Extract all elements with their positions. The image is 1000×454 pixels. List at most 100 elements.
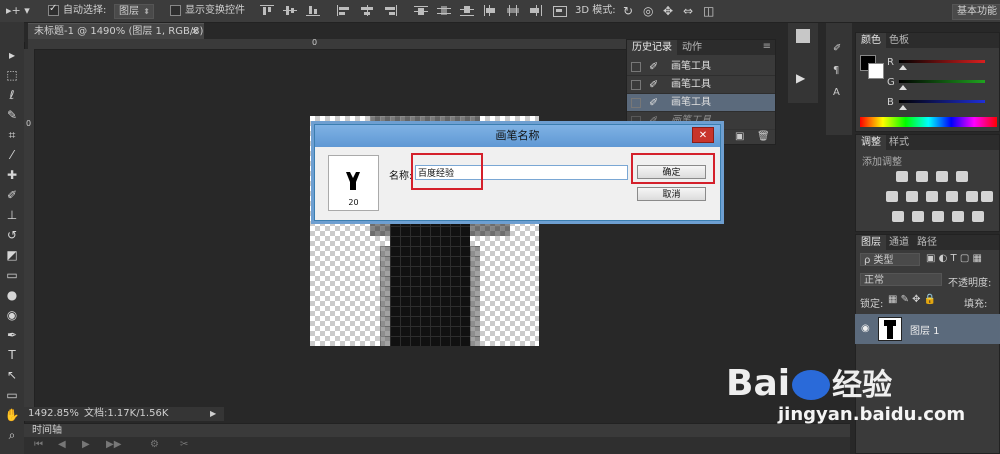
color-spectrum[interactable] <box>860 117 997 127</box>
healing-tool-icon[interactable]: ✚ <box>3 166 21 184</box>
color-balance-icon[interactable] <box>926 191 938 202</box>
curves-icon[interactable] <box>936 171 948 182</box>
close-icon[interactable]: ✕ <box>692 127 714 143</box>
tab-paths[interactable]: 路径 <box>912 235 942 250</box>
auto-select-dropdown[interactable]: 图层 <box>114 4 154 19</box>
type-tool-icon[interactable]: T <box>3 346 21 364</box>
background-color-swatch[interactable] <box>868 63 884 79</box>
actions-play-icon[interactable]: ▶ <box>796 71 805 85</box>
zoom-level[interactable]: 1492.85% <box>28 407 79 421</box>
brush-preset-icon[interactable]: ✐ <box>833 43 841 54</box>
lasso-tool-icon[interactable]: ℓ <box>3 86 21 104</box>
snapshot-box[interactable] <box>631 80 641 90</box>
distribute-bottom-icon[interactable] <box>460 5 474 16</box>
zoom-tool-icon[interactable]: ⌕ <box>3 426 21 444</box>
selective-color-icon[interactable] <box>972 211 984 222</box>
posterize-icon[interactable] <box>912 211 924 222</box>
paragraph-icon[interactable]: ¶ <box>833 65 839 76</box>
align-left-icon[interactable] <box>337 5 351 16</box>
green-slider[interactable] <box>899 80 985 83</box>
hand-tool-icon[interactable]: ✋ <box>3 406 21 424</box>
align-hcenter-icon[interactable] <box>360 5 374 16</box>
3d-rotate-icon[interactable]: ↻ <box>623 4 633 18</box>
slider-handle-icon[interactable] <box>899 65 907 70</box>
history-row[interactable]: ✐ 画笔工具 <box>627 94 775 112</box>
photo-filter-icon[interactable] <box>966 191 978 202</box>
timeline-prev-frame-icon[interactable]: ◀ <box>58 439 66 450</box>
distribute-vcenter-icon[interactable] <box>437 5 451 16</box>
distribute-top-icon[interactable] <box>414 5 428 16</box>
trash-icon[interactable]: 🗑 <box>757 131 770 142</box>
tab-channels[interactable]: 通道 <box>884 235 914 250</box>
vibrance-icon[interactable] <box>886 191 898 202</box>
timeline-next-frame-icon[interactable]: ▶▶ <box>106 439 121 450</box>
align-bottom-icon[interactable] <box>306 5 320 16</box>
history-brush-tool-icon[interactable]: ↺ <box>3 226 21 244</box>
3d-slide-icon[interactable]: ⇔ <box>683 4 693 18</box>
auto-select-checkbox[interactable]: 自动选择: <box>48 2 106 18</box>
invert-icon[interactable] <box>892 211 904 222</box>
3d-roll-icon[interactable]: ◎ <box>643 4 653 18</box>
align-top-icon[interactable] <box>260 5 274 16</box>
gradient-tool-icon[interactable]: ▭ <box>3 266 21 284</box>
blur-tool-icon[interactable]: ● <box>3 286 21 304</box>
close-tab-icon[interactable]: × <box>191 24 199 40</box>
filter-icons[interactable]: ▣ ◐ T ▢ ▦ <box>926 253 982 264</box>
threshold-icon[interactable] <box>932 211 944 222</box>
stamp-tool-icon[interactable]: ⊥ <box>3 206 21 224</box>
status-menu-icon[interactable]: ▶ <box>210 407 216 421</box>
character-icon[interactable]: A <box>833 87 840 98</box>
lock-icons[interactable]: ▦ ✎ ✥ 🔒 <box>888 294 936 305</box>
visibility-eye-icon[interactable]: ◉ <box>861 323 870 334</box>
layer-filter-dropdown[interactable]: ρ 类型 <box>860 253 920 266</box>
quick-select-tool-icon[interactable]: ✎ <box>3 106 21 124</box>
camera-icon[interactable]: ▣ <box>735 131 744 142</box>
align-right-icon[interactable] <box>383 5 397 16</box>
timeline-cut-icon[interactable]: ✂ <box>180 439 188 450</box>
dodge-tool-icon[interactable]: ◉ <box>3 306 21 324</box>
shape-tool-icon[interactable]: ▭ <box>3 386 21 404</box>
layer-row[interactable]: ◉ 图层 1 <box>855 314 1000 344</box>
eraser-tool-icon[interactable]: ◩ <box>3 246 21 264</box>
path-select-tool-icon[interactable]: ↖ <box>3 366 21 384</box>
eyedropper-tool-icon[interactable]: ⁄ <box>3 146 21 164</box>
brush-tool-icon[interactable]: ✐ <box>3 186 21 204</box>
distribute-right-icon[interactable] <box>529 5 543 16</box>
workspace-button[interactable]: 基本功能 <box>952 4 1000 20</box>
3d-scale-icon[interactable]: ◫ <box>703 4 714 18</box>
hue-saturation-icon[interactable] <box>906 191 918 202</box>
tab-styles[interactable]: 样式 <box>884 135 914 150</box>
tab-swatches[interactable]: 色板 <box>884 33 914 48</box>
black-white-icon[interactable] <box>946 191 958 202</box>
levels-icon[interactable] <box>916 171 928 182</box>
history-row[interactable]: ✐ 画笔工具 <box>627 76 775 94</box>
gradient-map-icon[interactable] <box>952 211 964 222</box>
brightness-icon[interactable] <box>896 171 908 182</box>
align-vcenter-icon[interactable] <box>283 5 297 16</box>
slider-handle-icon[interactable] <box>899 105 907 110</box>
timeline-play-icon[interactable]: ▶ <box>82 439 90 450</box>
history-panel-icon[interactable] <box>796 29 810 43</box>
history-row[interactable]: ✐ 画笔工具 <box>627 58 775 76</box>
tab-color[interactable]: 颜色 <box>856 33 886 48</box>
timeline-first-frame-icon[interactable]: ⏮ <box>34 439 43 450</box>
exposure-icon[interactable] <box>956 171 968 182</box>
document-tab[interactable]: 未标题-1 @ 1490% (图层 1, RGB/8) * × <box>28 23 204 53</box>
snapshot-box[interactable] <box>631 62 641 72</box>
tab-layers[interactable]: 图层 <box>856 235 886 250</box>
pen-tool-icon[interactable]: ✒ <box>3 326 21 344</box>
timeline-panel-tab[interactable]: 时间轴 <box>24 423 850 437</box>
distribute-hcenter-icon[interactable] <box>506 5 520 16</box>
auto-align-icon[interactable] <box>553 5 567 17</box>
distribute-left-icon[interactable] <box>483 5 497 16</box>
blue-slider[interactable] <box>899 100 985 103</box>
blend-mode-dropdown[interactable]: 正常 <box>860 273 942 286</box>
move-tool-icon[interactable]: ▸+ ▾ <box>6 4 30 18</box>
panel-menu-icon[interactable]: ≡ <box>763 41 771 52</box>
crop-tool-icon[interactable]: ⌗ <box>3 126 21 144</box>
timeline-settings-icon[interactable]: ⚙ <box>150 439 159 450</box>
snapshot-box[interactable] <box>631 98 641 108</box>
3d-pan-icon[interactable]: ✥ <box>663 4 673 18</box>
layer-name[interactable]: 图层 1 <box>910 322 940 337</box>
slider-handle-icon[interactable] <box>899 85 907 90</box>
